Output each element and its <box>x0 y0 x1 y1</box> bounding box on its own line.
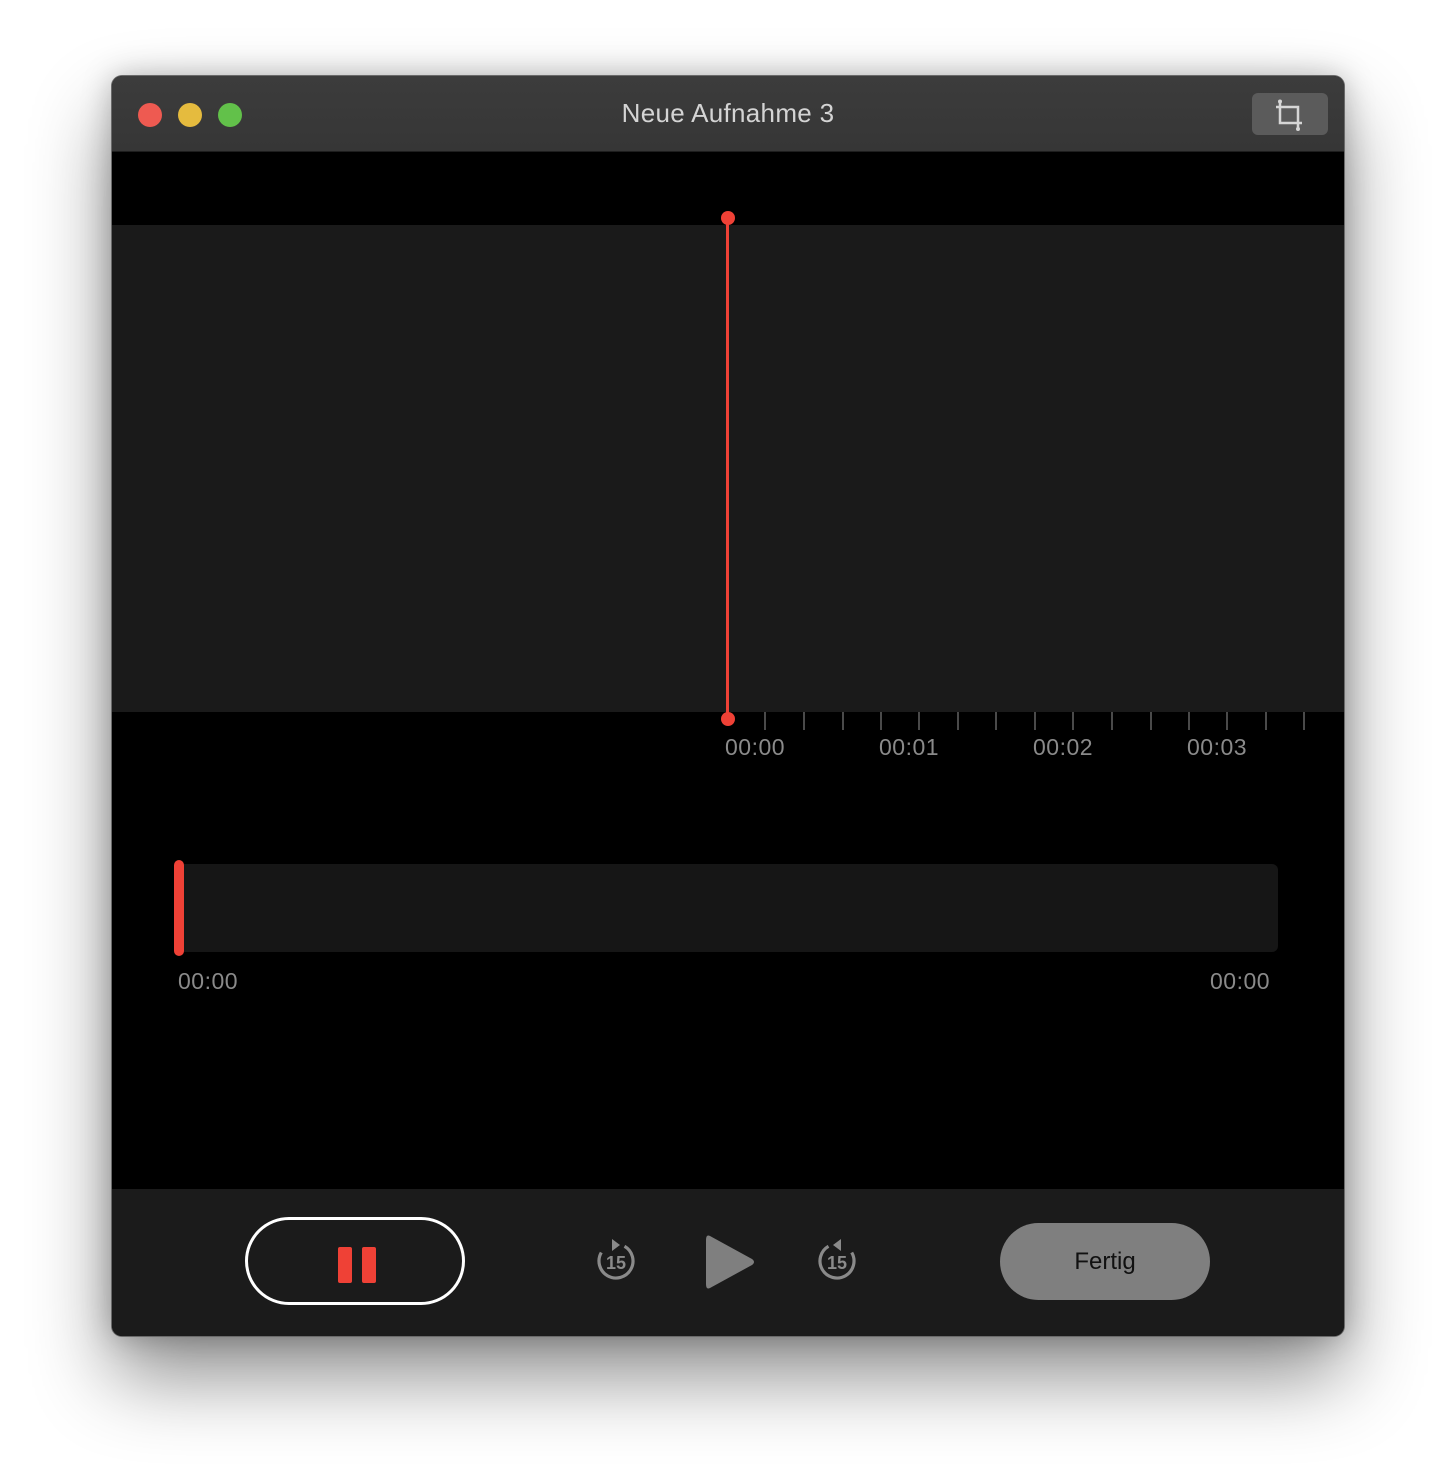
ruler-tick <box>1034 712 1036 730</box>
overview-position-marker[interactable] <box>174 860 184 956</box>
ruler-tick <box>995 712 997 730</box>
ruler-tick <box>1150 712 1152 730</box>
ruler-tick <box>764 712 766 730</box>
ruler-tick <box>1072 712 1074 730</box>
voice-memo-window: Neue Aufnahme 3 00:00 00:01 00:02 00:03 … <box>112 76 1344 1336</box>
done-button[interactable]: Fertig <box>1000 1223 1210 1300</box>
crop-icon <box>1276 99 1302 131</box>
ruler-tick <box>957 712 959 730</box>
overview-end-time: 00:00 <box>1210 968 1271 994</box>
ruler-label: 00:02 <box>1033 734 1094 760</box>
overview-track[interactable] <box>177 864 1278 952</box>
skip-forward-15-icon: 15 <box>818 1239 856 1280</box>
ruler-tick <box>918 712 920 730</box>
ruler-label: 00:01 <box>879 734 940 760</box>
ruler-tick <box>1226 712 1228 730</box>
ruler-label: 00:03 <box>1187 734 1248 760</box>
play-icon <box>706 1235 754 1289</box>
pause-record-button[interactable] <box>245 1217 465 1305</box>
overview-start-time: 00:00 <box>178 968 239 994</box>
window-title: Neue Aufnahme 3 <box>621 98 835 128</box>
play-button[interactable] <box>702 1232 758 1292</box>
ruler-tick <box>842 712 844 730</box>
ruler-tick <box>880 712 882 730</box>
skip-back-15-icon: 15 <box>597 1239 635 1280</box>
playhead[interactable] <box>726 218 729 720</box>
ruler-tick <box>803 712 805 730</box>
time-ruler: 00:00 00:01 00:02 00:03 <box>112 712 1344 772</box>
ruler-tick <box>1188 712 1190 730</box>
control-bar: 15 15 Fertig <box>112 1189 1344 1336</box>
skip-forward-button[interactable]: 15 <box>813 1237 861 1285</box>
skip-forward-seconds: 15 <box>827 1253 847 1273</box>
skip-back-button[interactable]: 15 <box>592 1237 640 1285</box>
playhead-top-handle[interactable] <box>721 211 735 225</box>
titlebar: Neue Aufnahme 3 <box>112 76 1344 152</box>
skip-back-seconds: 15 <box>606 1253 626 1273</box>
trim-button[interactable] <box>1252 93 1328 135</box>
ruler-tick <box>1303 712 1305 730</box>
ruler-tick <box>1111 712 1113 730</box>
ruler-label: 00:00 <box>725 734 786 760</box>
ruler-tick <box>1265 712 1267 730</box>
